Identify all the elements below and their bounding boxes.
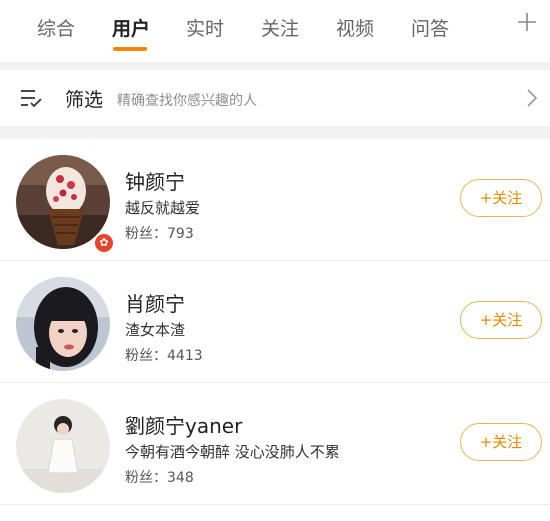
user-fans-count: 粉丝：4413 (125, 348, 203, 364)
user-row[interactable]: ✿ 钟颜宁 越反就越爱 粉丝：793 +关注 (0, 139, 550, 260)
tab-following[interactable]: 关注 (261, 14, 299, 41)
follow-button[interactable]: +关注 (460, 423, 542, 461)
child-in-white-dress-photo (16, 399, 110, 493)
user-description: 越反就越爱 (125, 199, 201, 217)
tab-qa[interactable]: 问答 (411, 14, 449, 41)
plus-icon[interactable] (516, 11, 538, 33)
tab-realtime[interactable]: 实时 (186, 14, 224, 41)
user-fans-count: 粉丝：793 (125, 226, 194, 242)
verified-badge-icon: ✿ (93, 232, 115, 254)
divider (0, 504, 550, 505)
tab-users[interactable]: 用户 (112, 14, 150, 41)
user-name[interactable]: 劉颜宁yaner (125, 410, 242, 439)
tab-bar: 综合 用户 实时 关注 视频 问答 (0, 0, 550, 62)
filter-bar[interactable]: 筛选 精确查找你感兴趣的人 (0, 70, 550, 126)
filter-title: 筛选 (65, 89, 104, 111)
tab-video[interactable]: 视频 (336, 14, 374, 41)
user-row[interactable]: 劉颜宁yaner 今朝有酒今朝醉 没心没肺人不累 粉丝：348 +关注 (0, 383, 550, 504)
user-row[interactable]: 肖颜宁 渣女本渣 粉丝：4413 +关注 (0, 261, 550, 382)
user-list: ✿ 钟颜宁 越反就越爱 粉丝：793 +关注 肖颜宁 渣女本渣 粉丝：4413 … (0, 139, 550, 521)
avatar[interactable] (16, 277, 110, 371)
user-fans-count: 粉丝：348 (125, 470, 194, 486)
user-name[interactable]: 肖颜宁 (125, 288, 185, 317)
filter-hint: 精确查找你感兴趣的人 (117, 93, 257, 109)
user-description: 渣女本渣 (125, 321, 186, 339)
follow-button[interactable]: +关注 (460, 301, 542, 339)
chevron-right-icon (527, 89, 538, 107)
user-name[interactable]: 钟颜宁 (125, 166, 185, 195)
avatar[interactable] (16, 399, 110, 493)
girl-portrait-photo (16, 277, 110, 371)
search-results-screen: 综合 用户 实时 关注 视频 问答 筛选 精确查找你感兴趣的人 ✿ 钟颜宁 越反… (0, 0, 550, 521)
follow-button[interactable]: +关注 (460, 179, 542, 217)
active-tab-indicator (113, 47, 147, 51)
user-description: 今朝有酒今朝醉 没心没肺人不累 (125, 443, 340, 461)
filter-list-icon (21, 90, 42, 108)
tab-comprehensive[interactable]: 综合 (37, 14, 75, 41)
